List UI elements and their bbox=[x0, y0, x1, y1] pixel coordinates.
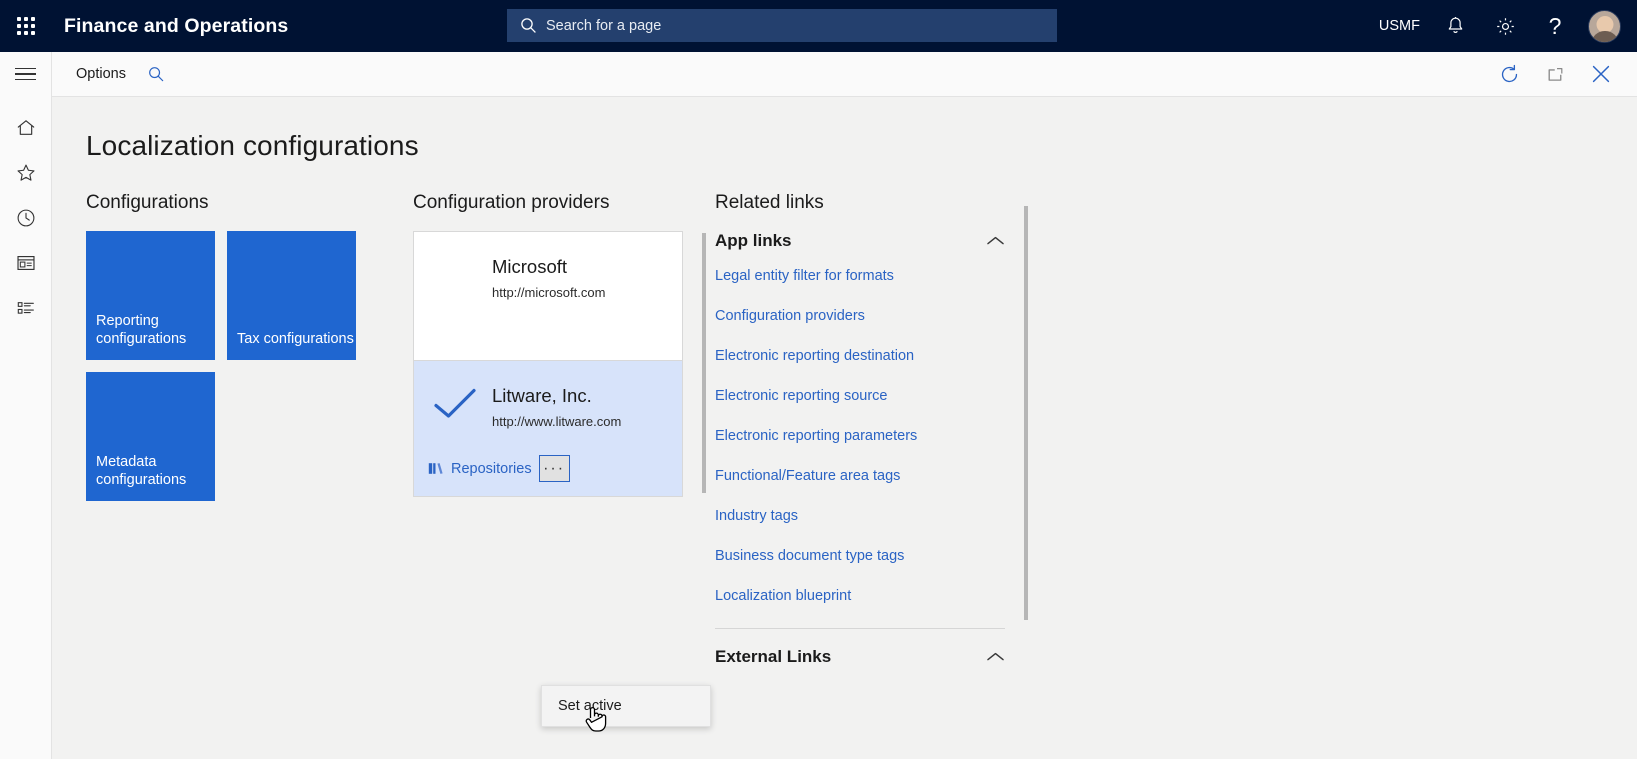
related-link-functional-feature-area-tags[interactable]: Functional/Feature area tags bbox=[715, 468, 1045, 484]
left-navigation-rail bbox=[0, 97, 52, 759]
bell-icon bbox=[1446, 16, 1465, 36]
hamburger-menu-icon bbox=[15, 64, 36, 85]
books-icon bbox=[428, 461, 444, 476]
page-title: Localization configurations bbox=[86, 130, 419, 161]
command-bar-right bbox=[1489, 54, 1637, 94]
related-links-section: Related links App links Legal entity fil… bbox=[715, 192, 1045, 691]
refresh-button[interactable] bbox=[1489, 54, 1529, 94]
menu-item-set-active[interactable]: Set active bbox=[542, 694, 710, 718]
provider-list: Microsoft http://microsoft.com Litware, … bbox=[413, 231, 683, 497]
home-icon bbox=[15, 117, 37, 139]
provider-text: Microsoft http://microsoft.com bbox=[492, 250, 668, 300]
configurations-section: Configurations Reporting configurations … bbox=[86, 192, 413, 691]
tile-label: Reporting configurations bbox=[96, 312, 187, 347]
tile-metadata-configurations[interactable]: Metadata configurations bbox=[86, 372, 215, 501]
repositories-button[interactable]: Repositories bbox=[428, 461, 532, 477]
search-icon bbox=[148, 66, 165, 83]
related-group-title: External Links bbox=[715, 647, 832, 666]
sidebar-item-modules[interactable] bbox=[0, 285, 52, 330]
tile-label: Metadata configurations bbox=[96, 453, 187, 488]
sidebar-item-workspaces[interactable] bbox=[0, 240, 52, 285]
page-search-button[interactable] bbox=[140, 57, 174, 91]
related-group-app-links-header[interactable]: App links bbox=[715, 231, 1005, 251]
related-link-localization-blueprint[interactable]: Localization blueprint bbox=[715, 588, 1045, 604]
sidebar-item-home[interactable] bbox=[0, 105, 52, 150]
navigation-toggle-button[interactable] bbox=[0, 51, 52, 97]
settings-button[interactable] bbox=[1480, 0, 1530, 52]
related-links-divider bbox=[715, 628, 1005, 629]
configurations-tiles: Reporting configurations Tax configurati… bbox=[86, 231, 413, 501]
star-icon bbox=[15, 162, 37, 184]
provider-name: Microsoft bbox=[492, 256, 568, 277]
tile-label: Tax configurations bbox=[237, 330, 354, 347]
providers-scrollbar-thumb[interactable] bbox=[702, 233, 706, 493]
app-title: Finance and Operations bbox=[64, 14, 289, 37]
provider-name: Litware, Inc. bbox=[492, 385, 592, 406]
close-icon bbox=[1590, 63, 1612, 85]
global-search[interactable]: Search for a page bbox=[507, 9, 1057, 42]
main-content: Localization configurations Configuratio… bbox=[52, 97, 1637, 759]
tile-tax-configurations[interactable]: Tax configurations bbox=[227, 231, 356, 360]
provider-context-menu: Set active bbox=[541, 685, 711, 727]
related-link-business-document-type-tags[interactable]: Business document type tags bbox=[715, 548, 1045, 564]
ellipsis-icon: ··· bbox=[543, 459, 566, 477]
configuration-providers-heading: Configuration providers bbox=[413, 192, 610, 213]
related-link-electronic-reporting-source[interactable]: Electronic reporting source bbox=[715, 388, 1045, 404]
provider-check-slot bbox=[428, 250, 482, 300]
related-group-external-links-header[interactable]: External Links bbox=[715, 647, 1005, 667]
clock-icon bbox=[15, 207, 37, 229]
chevron-up-icon[interactable] bbox=[986, 651, 1005, 663]
provider-card-microsoft[interactable]: Microsoft http://microsoft.com bbox=[413, 231, 683, 360]
sidebar-item-recent[interactable] bbox=[0, 195, 52, 240]
configuration-providers-section: Configuration providers Microsoft http:/… bbox=[413, 192, 715, 732]
list-icon bbox=[15, 297, 37, 319]
close-button[interactable] bbox=[1581, 54, 1621, 94]
topbar-actions: USMF ? bbox=[1369, 0, 1637, 52]
provider-url: http://www.litware.com bbox=[492, 414, 622, 429]
related-link-electronic-reporting-parameters[interactable]: Electronic reporting parameters bbox=[715, 428, 1045, 444]
refresh-icon bbox=[1499, 64, 1520, 85]
provider-url: http://microsoft.com bbox=[492, 285, 606, 300]
command-bar: Options bbox=[0, 51, 1637, 97]
help-button[interactable]: ? bbox=[1530, 0, 1580, 52]
provider-check-slot bbox=[428, 379, 482, 429]
search-input[interactable]: Search for a page bbox=[546, 18, 661, 34]
related-link-legal-entity-filter-for-formats[interactable]: Legal entity filter for formats bbox=[715, 268, 1045, 284]
related-links-scrollbar-thumb[interactable] bbox=[1024, 206, 1028, 620]
related-group-title: App links bbox=[715, 231, 792, 250]
page-body: Localization configurations Configuratio… bbox=[0, 97, 1637, 759]
related-link-industry-tags[interactable]: Industry tags bbox=[715, 508, 1045, 524]
related-link-configuration-providers[interactable]: Configuration providers bbox=[715, 308, 1045, 324]
related-links-heading: Related links bbox=[715, 192, 824, 213]
tile-reporting-configurations[interactable]: Reporting configurations bbox=[86, 231, 215, 360]
repositories-label: Repositories bbox=[451, 460, 532, 477]
command-bar-left: Options bbox=[52, 57, 174, 91]
chevron-up-icon[interactable] bbox=[986, 235, 1005, 247]
provider-card-litware[interactable]: Litware, Inc. http://www.litware.com Rep… bbox=[413, 360, 683, 497]
gear-icon bbox=[1495, 16, 1516, 37]
app-launcher-button[interactable] bbox=[0, 0, 52, 52]
workspaces-icon bbox=[15, 252, 37, 274]
providers-scroll-area: Microsoft http://microsoft.com Litware, … bbox=[413, 231, 715, 693]
provider-actions: Repositories ··· bbox=[428, 455, 668, 482]
sidebar-item-favorites[interactable] bbox=[0, 150, 52, 195]
options-button[interactable]: Options bbox=[66, 60, 136, 88]
open-in-new-window-icon bbox=[1545, 64, 1566, 85]
related-link-electronic-reporting-destination[interactable]: Electronic reporting destination bbox=[715, 348, 1045, 364]
provider-text: Litware, Inc. http://www.litware.com bbox=[492, 379, 668, 429]
provider-overflow-button[interactable]: ··· bbox=[538, 455, 570, 482]
avatar[interactable] bbox=[1588, 9, 1621, 43]
notifications-button[interactable] bbox=[1430, 0, 1480, 52]
provider-content: Microsoft http://microsoft.com bbox=[428, 250, 668, 300]
provider-content: Litware, Inc. http://www.litware.com bbox=[428, 379, 668, 429]
open-in-new-window-button[interactable] bbox=[1535, 54, 1575, 94]
configurations-heading: Configurations bbox=[86, 192, 209, 213]
app-launcher-icon bbox=[17, 17, 35, 35]
search-icon bbox=[520, 17, 537, 34]
checkmark-icon bbox=[433, 387, 477, 421]
company-selector[interactable]: USMF bbox=[1369, 0, 1430, 52]
content-columns: Configurations Reporting configurations … bbox=[52, 162, 1637, 732]
top-navigation-bar: Finance and Operations Search for a page… bbox=[0, 0, 1637, 52]
